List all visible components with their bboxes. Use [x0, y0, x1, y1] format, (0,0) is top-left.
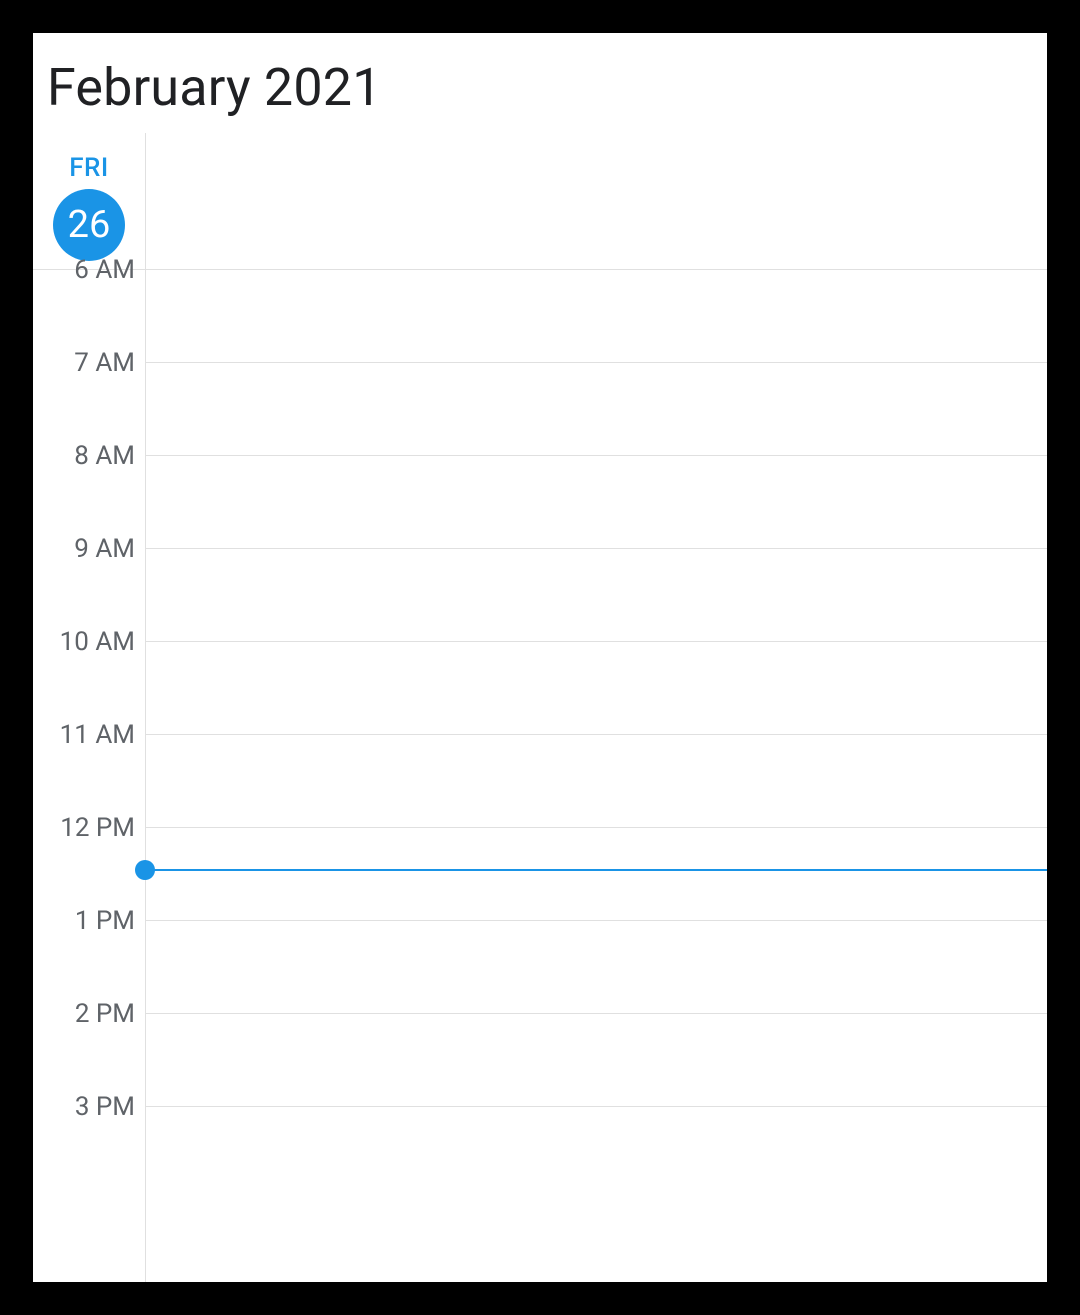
grid-hour-line [145, 548, 1047, 549]
time-label: 2 PM [33, 999, 135, 1029]
time-slot[interactable]: 11 AM [33, 734, 1047, 827]
time-slot[interactable]: 12 PM [33, 827, 1047, 920]
time-label: 11 AM [33, 720, 135, 750]
calendar-day-view: February 2021 FRI 26 6 AM7 AM8 AM9 AM10 … [33, 33, 1047, 1282]
time-slot[interactable]: 9 AM [33, 548, 1047, 641]
time-slot[interactable]: 2 PM [33, 1013, 1047, 1106]
time-slot[interactable]: 3 PM [33, 1106, 1047, 1199]
grid-hour-line [145, 362, 1047, 363]
grid-hour-line [145, 827, 1047, 828]
current-time-dot-icon [135, 860, 155, 880]
grid-hour-line [145, 920, 1047, 921]
time-label: 10 AM [33, 627, 135, 657]
current-time-indicator [139, 869, 1047, 871]
grid-hour-line [33, 269, 1047, 270]
time-label: 6 AM [33, 255, 135, 285]
time-slot[interactable]: 1 PM [33, 920, 1047, 1013]
time-label: 12 PM [33, 813, 135, 843]
time-grid: 6 AM7 AM8 AM9 AM10 AM11 AM12 PM1 PM2 PM3… [33, 133, 1047, 1282]
grid-hour-line [145, 734, 1047, 735]
page-title: February 2021 [47, 57, 1047, 118]
time-label: 9 AM [33, 534, 135, 564]
grid-hour-line [145, 1013, 1047, 1014]
time-label: 8 AM [33, 441, 135, 471]
grid-hour-line [145, 455, 1047, 456]
time-label: 3 PM [33, 1092, 135, 1122]
time-slot[interactable]: 7 AM [33, 362, 1047, 455]
time-label: 7 AM [33, 348, 135, 378]
time-label: 1 PM [33, 906, 135, 936]
time-slot[interactable]: 6 AM [33, 269, 1047, 362]
grid-hour-line [145, 1106, 1047, 1107]
grid-hour-line [145, 641, 1047, 642]
time-slot[interactable]: 8 AM [33, 455, 1047, 548]
time-slot[interactable]: 10 AM [33, 641, 1047, 734]
